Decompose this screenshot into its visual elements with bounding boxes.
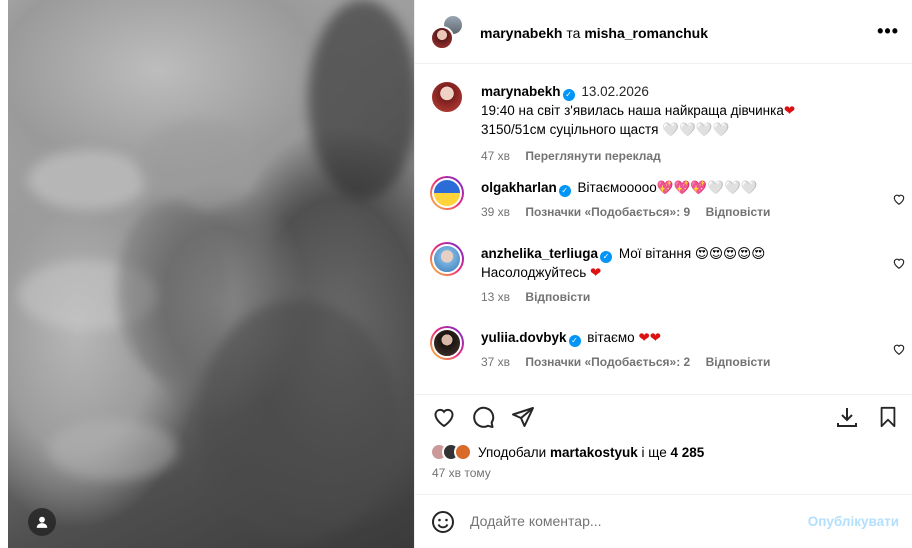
avatar	[430, 26, 454, 50]
save-icon[interactable]	[877, 405, 899, 429]
heart-icon[interactable]	[892, 192, 906, 206]
post-details-panel: marynabekh та misha_romanchuk ••• maryna…	[414, 0, 912, 548]
comment-time: 39 хв	[481, 205, 511, 219]
caption-line2-emoji: 🤍🤍🤍🤍	[662, 122, 730, 137]
heart-icon[interactable]	[892, 256, 906, 270]
comment-likes-link[interactable]: Позначки «Подобається»: 9	[525, 205, 690, 219]
verified-icon: ✓	[562, 89, 575, 101]
verified-icon: ✓	[568, 335, 581, 347]
caption: marynabekh ✓ 13.02.2026 19:40 на світ з'я…	[430, 80, 900, 163]
comment-username[interactable]: anzhelika_terliuga	[481, 246, 598, 261]
download-icon[interactable]	[835, 405, 859, 429]
reply-button[interactable]: Відповісти	[525, 290, 590, 304]
comment-composer: Опублікувати	[415, 494, 912, 548]
avatar[interactable]	[430, 176, 464, 210]
caption-line1: 19:40 на світ з'явилась наша найкраща ді…	[481, 103, 784, 118]
user-tag-icon	[36, 516, 48, 528]
comment-likes-link[interactable]: Позначки «Подобається»: 2	[525, 355, 690, 369]
caption-line1-emoji: ❤	[783, 103, 796, 118]
caption-date: 13.02.2026	[581, 84, 649, 99]
comment: yuliia.dovbyk ✓ вітаємо ❤❤ 37 хв Позначки…	[430, 326, 905, 386]
action-bar	[415, 394, 912, 434]
more-icon: •••	[877, 21, 899, 41]
comments-list: marynabekh ✓ 13.02.2026 19:40 на світ з'я…	[415, 64, 912, 394]
comment-text: Вітаємооооо	[577, 180, 657, 195]
coauthor-link[interactable]: misha_romanchuk	[584, 25, 708, 41]
share-icon[interactable]	[511, 405, 535, 429]
emoji-icon[interactable]	[431, 510, 455, 534]
likes-prefix: Уподобали	[478, 444, 550, 460]
comment-time: 13 хв	[481, 290, 511, 304]
post-authors: marynabekh та misha_romanchuk	[480, 25, 708, 41]
comment: olgakharlan ✓ Вітаємооооо💖💖💖🤍🤍🤍 39 хв Поз…	[430, 176, 905, 236]
verified-icon: ✓	[600, 251, 613, 263]
comment-text: вітаємо	[587, 330, 639, 345]
left-edge	[0, 0, 8, 548]
comment-emoji: ❤❤	[638, 330, 662, 345]
avatar[interactable]	[430, 242, 464, 276]
avatar[interactable]	[430, 326, 464, 360]
more-options-button[interactable]: •••	[877, 21, 899, 41]
avatar[interactable]	[430, 80, 464, 114]
caption-line2: 3150/51см суцільного щастя	[481, 122, 663, 137]
see-translation-link[interactable]: Переглянути переклад	[525, 149, 660, 163]
comment-emoji-line2: ❤	[590, 265, 602, 280]
likes-count[interactable]: 4 285	[671, 445, 705, 460]
comment: anzhelika_terliuga ✓ Мої вітання 😍😍😍😍😍 На…	[430, 242, 905, 312]
liker-username[interactable]: martakostyuk	[550, 445, 638, 460]
likes-summary: Уподобали martakostyuk і ще 4 285	[430, 440, 704, 464]
post-photo[interactable]	[8, 0, 414, 548]
comment-icon[interactable]	[471, 405, 495, 429]
caption-time: 47 хв	[481, 149, 511, 163]
comment-emoji: 💖💖💖🤍🤍🤍	[656, 180, 758, 195]
comment-username[interactable]: yuliia.dovbyk	[481, 330, 567, 345]
heart-icon[interactable]	[431, 405, 457, 429]
reply-button[interactable]: Відповісти	[706, 355, 771, 369]
caption-username[interactable]: marynabekh	[481, 84, 561, 99]
publish-button[interactable]: Опублікувати	[808, 514, 899, 529]
tagged-users-button[interactable]	[28, 508, 56, 536]
comment-input[interactable]	[470, 507, 800, 535]
comment-text: Мої вітання	[618, 246, 695, 261]
comment-time: 37 хв	[481, 355, 511, 369]
post-header: marynabekh та misha_romanchuk •••	[415, 0, 912, 64]
likes-middle: і ще	[637, 444, 671, 460]
reply-button[interactable]: Відповісти	[706, 205, 771, 219]
comment-emoji: 😍😍😍😍😍	[694, 246, 766, 261]
heart-icon[interactable]	[892, 342, 906, 356]
authors-connector: та	[566, 25, 581, 41]
verified-icon: ✓	[558, 185, 571, 197]
comment-username[interactable]: olgakharlan	[481, 180, 557, 195]
post-time: 47 хв тому	[432, 466, 491, 480]
coauthor-avatars[interactable]	[430, 14, 464, 50]
comment-text-line2: Насолоджуйтесь	[481, 265, 591, 280]
avatar	[454, 443, 472, 461]
author-link[interactable]: marynabekh	[480, 25, 562, 41]
